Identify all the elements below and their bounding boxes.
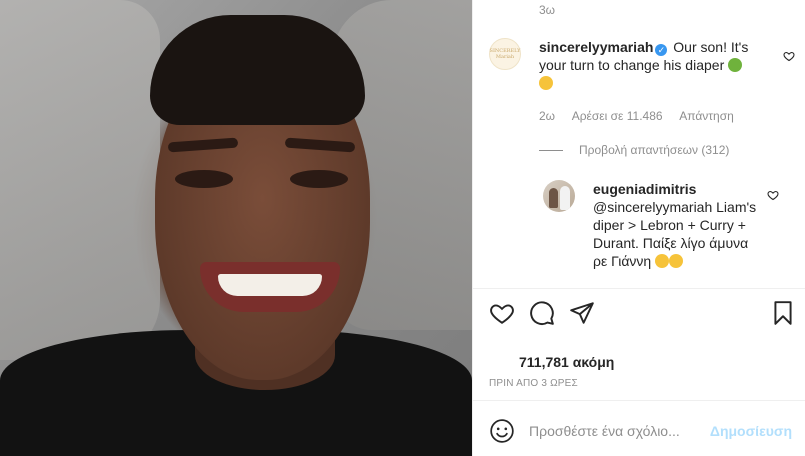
post-photo[interactable] (0, 0, 472, 456)
instagram-post-view: 3ω SINCERELY Mariah sincerelyymariah ✓ Ou… (0, 0, 805, 456)
photo-smile (200, 262, 340, 312)
replies-dash (539, 149, 563, 151)
laughing-tears-emoji (539, 76, 553, 90)
previous-comment-time: 3ω (539, 3, 556, 17)
view-replies-toggle[interactable]: Προβολή απαντήσεων (312) (539, 143, 729, 157)
reply-button[interactable]: Απάντηση (679, 109, 734, 123)
reply-username[interactable]: eugeniadimitris (593, 181, 696, 197)
heart-icon[interactable] (489, 300, 515, 326)
sick-face-emoji (728, 58, 743, 72)
photo-eye-left (175, 170, 233, 188)
comment-likes[interactable]: Αρέσει σε 11.486 (572, 109, 663, 123)
view-replies-label[interactable]: Προβολή απαντήσεων (312) (579, 143, 729, 157)
photo-eye-right (290, 170, 348, 188)
laughing-tears-emoji (655, 254, 670, 268)
photo-teeth (218, 274, 322, 296)
section-divider (473, 288, 805, 289)
avatar-brand-text: SINCERELY Mariah (489, 48, 521, 60)
post-actions-bar (489, 300, 794, 328)
likes-count[interactable]: 711,781 ακόμη (519, 354, 614, 370)
like-comment-heart-icon[interactable] (783, 49, 795, 62)
bookmark-icon[interactable] (770, 300, 796, 326)
comments-panel: 3ω SINCERELY Mariah sincerelyymariah ✓ Ou… (472, 0, 805, 456)
add-comment-bar: Δημοσίευση (473, 400, 805, 456)
reply-text: eugeniadimitris @sincerelyymariah Liam's… (593, 180, 763, 270)
posted-time: ΠΡΙΝ ΑΠΟ 3 ΩΡΕΣ (489, 378, 578, 389)
photo-cushion-left (0, 0, 160, 360)
verified-badge-icon: ✓ (655, 44, 668, 56)
avatar[interactable] (543, 180, 575, 212)
comment-input[interactable] (529, 420, 709, 442)
avatar-person-right (560, 186, 570, 210)
comment-text: sincerelyymariah ✓ Our son! It's your tur… (539, 38, 769, 92)
comment-icon[interactable] (529, 300, 555, 326)
avatar-person-left (549, 188, 558, 208)
photo-hair (150, 15, 365, 125)
emoji-picker-icon[interactable] (489, 418, 515, 444)
post-comment-button[interactable]: Δημοσίευση (710, 423, 792, 439)
share-icon[interactable] (569, 300, 595, 326)
like-reply-heart-icon[interactable] (767, 188, 779, 201)
comment-meta: 2ω Αρέσει σε 11.486 Απάντηση (539, 109, 748, 123)
comment-time: 2ω (539, 109, 556, 123)
comment-username[interactable]: sincerelyymariah (539, 39, 653, 55)
avatar[interactable]: SINCERELY Mariah (489, 38, 521, 70)
laughing-tears-emoji (669, 254, 684, 268)
